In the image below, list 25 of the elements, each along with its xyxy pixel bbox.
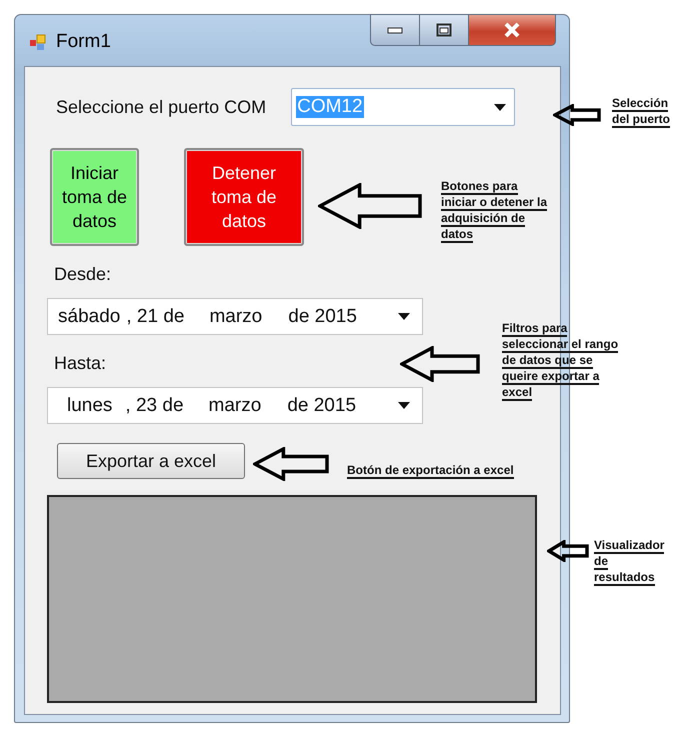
to-label: Hasta: (54, 353, 106, 374)
arrow-icon (253, 447, 329, 481)
data-button[interactable]: Iniciar toma de datos (50, 148, 139, 246)
date-picker[interactable]: sábado , 21 de marzo de 2015 (47, 298, 423, 335)
data-button[interactable]: Detener toma de datos (184, 148, 304, 246)
minimize-icon (387, 26, 403, 34)
annotation-note: Visualizador de resultados (594, 537, 664, 585)
annotation-note: Botón de exportación a excel (347, 462, 514, 478)
arrow-icon (400, 346, 480, 382)
maximize-icon (436, 23, 452, 37)
from-label: Desde: (54, 264, 112, 285)
minimize-button[interactable] (370, 14, 420, 46)
app-icon (29, 34, 47, 52)
maximize-button[interactable] (420, 14, 469, 46)
export-button[interactable]: Exportar a excel (57, 443, 245, 479)
date-picker[interactable]: lunes , 23 de marzo de 2015 (47, 387, 423, 424)
port-label: Seleccione el puerto COM (56, 96, 266, 118)
annotation-note: Botones para iniciar o detener la adquisición de datos (441, 178, 548, 242)
arrow-icon (547, 540, 589, 562)
arrow-icon (553, 104, 601, 126)
close-button[interactable] (469, 14, 556, 46)
window-title: Form1 (56, 31, 111, 53)
close-icon (502, 22, 522, 38)
arrow-icon (318, 183, 422, 229)
annotation-note: Selección del puerto (612, 95, 670, 127)
